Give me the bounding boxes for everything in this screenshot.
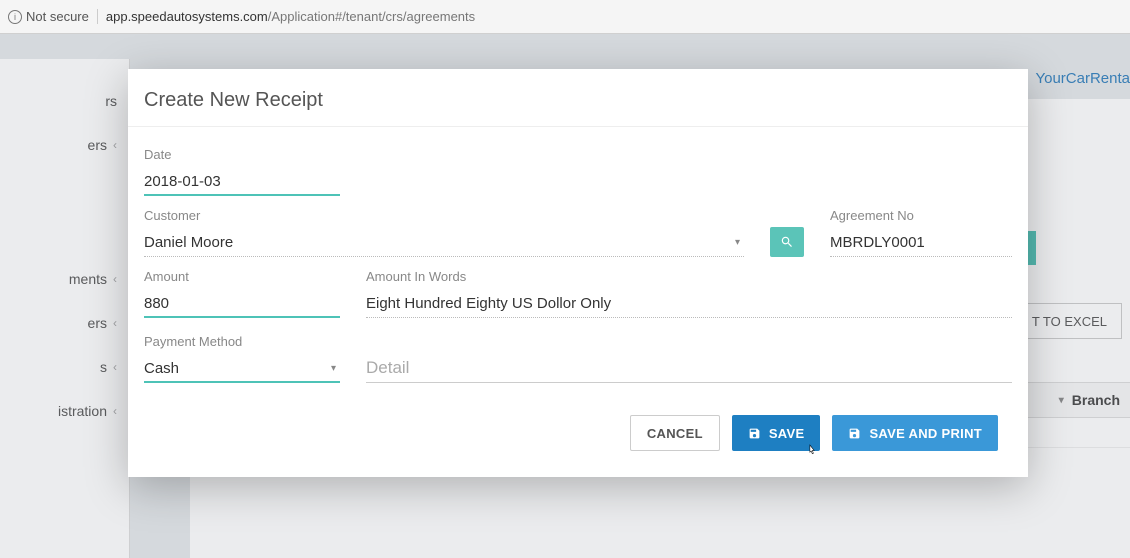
date-label: Date — [144, 147, 340, 162]
customer-value: Daniel Moore — [144, 234, 233, 251]
amount-value: 880 — [144, 295, 169, 312]
amount-field[interactable]: Amount 880 — [144, 269, 340, 318]
customer-label: Customer — [144, 208, 744, 223]
chevron-down-icon[interactable]: ▾ — [735, 237, 744, 248]
customer-search-button[interactable] — [770, 227, 804, 257]
payment-method-field[interactable]: Payment Method Cash ▾ — [144, 334, 340, 383]
payment-method-label: Payment Method — [144, 334, 340, 349]
date-field[interactable]: Date 2018-01-03 — [144, 147, 340, 196]
detail-placeholder: Detail — [366, 358, 409, 378]
detail-input[interactable]: Detail — [366, 353, 1012, 383]
amount-words-value: Eight Hundred Eighty US Dollor Only — [366, 295, 611, 312]
save-label: SAVE — [769, 426, 805, 441]
amount-words-label: Amount In Words — [366, 269, 1012, 284]
browser-address-bar: i Not secure app.speedautosystems.com/Ap… — [0, 0, 1130, 34]
cancel-button[interactable]: CANCEL — [630, 415, 720, 451]
modal-footer: CANCEL SAVE SAVE AND PRINT — [128, 397, 1028, 477]
search-icon — [780, 235, 794, 249]
cancel-label: CANCEL — [647, 426, 703, 441]
modal-title: Create New Receipt — [128, 69, 1028, 127]
save-print-label: SAVE AND PRINT — [869, 426, 982, 441]
amount-words-field: Amount In Words Eight Hundred Eighty US … — [366, 269, 1012, 318]
amount-label: Amount — [144, 269, 340, 284]
payment-method-value: Cash — [144, 360, 179, 377]
pointer-cursor-icon — [805, 444, 818, 457]
url-path: /Application#/tenant/crs/agreements — [268, 9, 475, 24]
customer-field[interactable]: Customer Daniel Moore ▾ — [144, 208, 744, 257]
url-display[interactable]: app.speedautosystems.com/Application#/te… — [106, 9, 475, 24]
security-label: Not secure — [26, 9, 89, 24]
info-icon: i — [8, 10, 22, 24]
agreement-value: MBRDLY0001 — [830, 234, 925, 251]
save-icon — [848, 427, 861, 440]
security-status[interactable]: i Not secure — [8, 9, 98, 24]
save-and-print-button[interactable]: SAVE AND PRINT — [832, 415, 998, 451]
save-button[interactable]: SAVE — [732, 415, 821, 451]
chevron-down-icon[interactable]: ▾ — [331, 363, 340, 374]
agreement-field[interactable]: Agreement No MBRDLY0001 — [830, 208, 1012, 257]
save-icon — [748, 427, 761, 440]
date-value: 2018-01-03 — [144, 173, 221, 190]
url-host: app.speedautosystems.com — [106, 9, 268, 24]
agreement-label: Agreement No — [830, 208, 1012, 223]
create-receipt-modal: Create New Receipt Date 2018-01-03 Custo… — [128, 69, 1028, 477]
